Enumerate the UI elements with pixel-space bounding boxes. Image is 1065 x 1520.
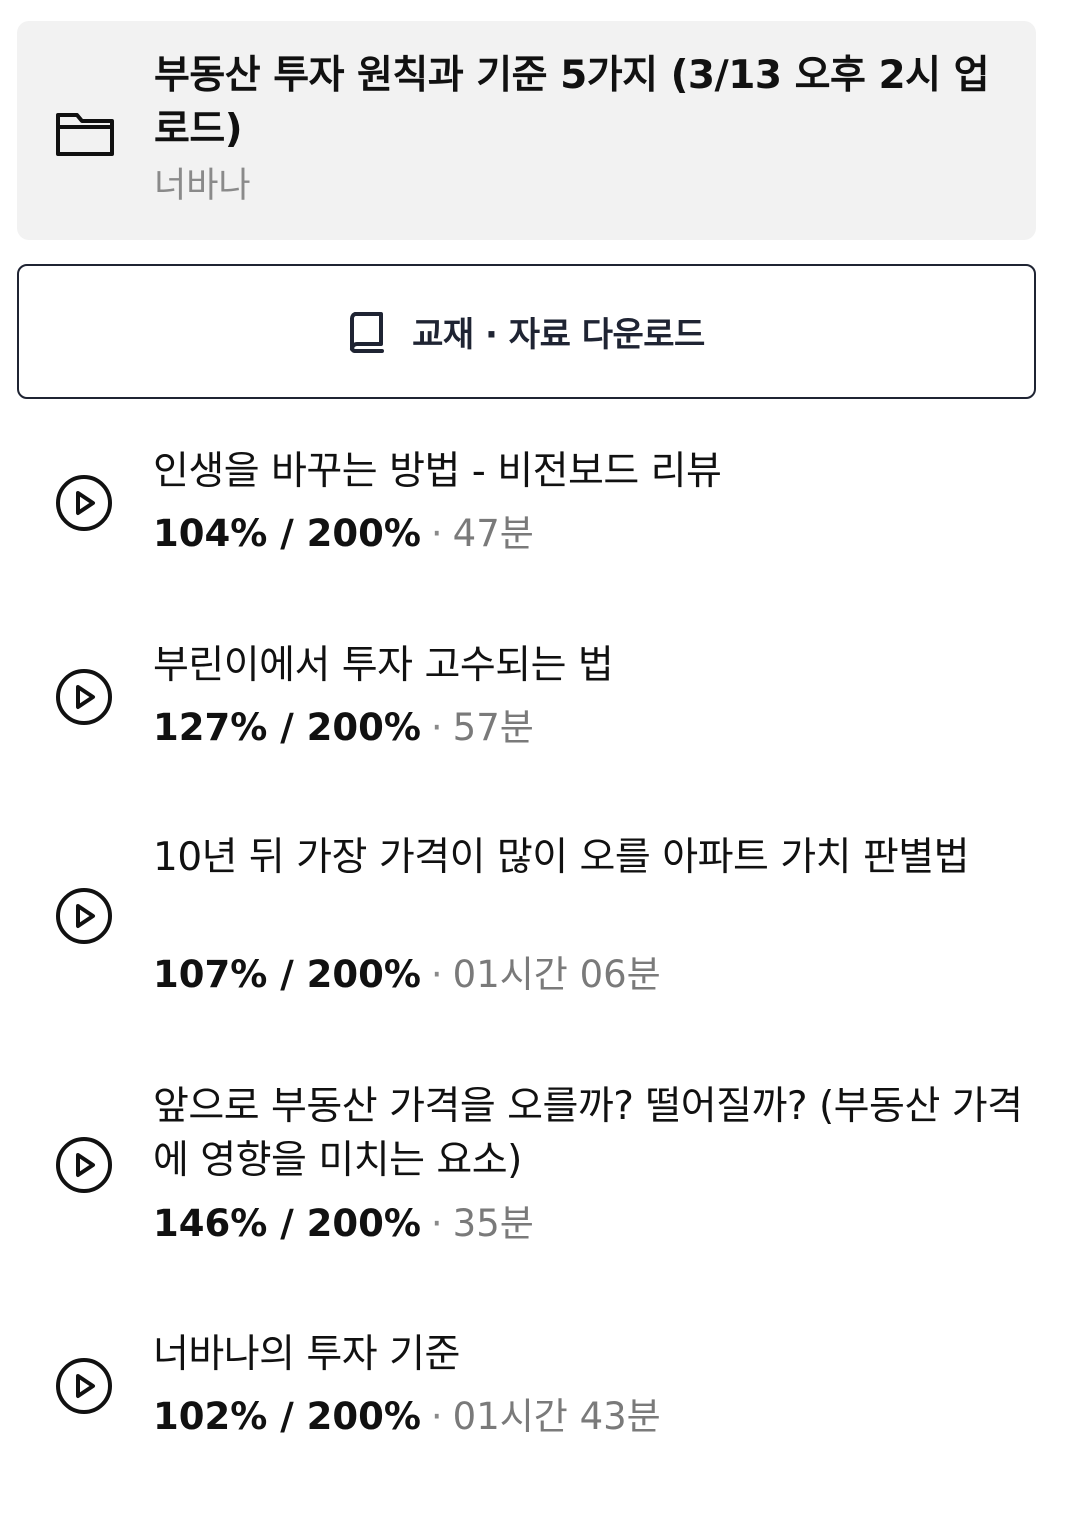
meta-separator: ·: [430, 953, 443, 996]
lecture-title: 부린이에서 투자 고수되는 법: [153, 643, 614, 688]
lecture-item[interactable]: 10년 뒤 가장 가격이 많이 오를 아파트 가치 판별법 107% / 200…: [0, 828, 1065, 1018]
lecture-item[interactable]: 인생을 바꾸는 방법 - 비전보드 리뷰 104% / 200% · 47분: [0, 440, 1065, 580]
lecture-item[interactable]: 너바나의 투자 기준 102% / 200% · 01시간 43분: [0, 1324, 1065, 1464]
play-icon[interactable]: [55, 474, 113, 532]
watch-progress: 102% / 200%: [153, 1395, 421, 1438]
play-icon[interactable]: [55, 668, 113, 726]
download-materials-label: 교재 · 자료 다운로드: [412, 315, 705, 355]
watch-progress: 127% / 200%: [153, 706, 421, 749]
lecture-meta: 102% / 200% · 01시간 43분: [153, 1393, 661, 1441]
watch-progress: 146% / 200%: [153, 1202, 421, 1245]
lecture-title: 앞으로 부동산 가격을 오를까? 떨어질까? (부동산 가격에 영향을 미치는 …: [153, 1084, 1023, 1183]
meta-separator: ·: [430, 1395, 443, 1438]
course-header[interactable]: 부동산 투자 원칙과 기준 5가지 (3/13 오후 2시 업로드) 너바나: [17, 21, 1036, 240]
lecture-duration: 01시간 06분: [452, 953, 661, 996]
lecture-meta: 107% / 200% · 01시간 06분: [153, 951, 661, 999]
lecture-duration: 57분: [452, 706, 534, 749]
lecture-title: 10년 뒤 가장 가격이 많이 오를 아파트 가치 판별법: [153, 835, 970, 880]
watch-progress: 104% / 200%: [153, 512, 421, 555]
lecture-title: 너바나의 투자 기준: [153, 1332, 460, 1377]
play-icon[interactable]: [55, 887, 113, 945]
play-icon[interactable]: [55, 1357, 113, 1415]
lecture-duration: 35분: [452, 1202, 534, 1245]
lecture-duration: 01시간 43분: [452, 1395, 661, 1438]
lecture-meta: 127% / 200% · 57분: [153, 704, 534, 752]
book-icon: [350, 311, 385, 353]
lecture-meta: 146% / 200% · 35분: [153, 1200, 534, 1248]
meta-separator: ·: [430, 706, 443, 749]
lecture-title: 인생을 바꾸는 방법 - 비전보드 리뷰: [153, 449, 722, 494]
lecture-item[interactable]: 앞으로 부동산 가격을 오를까? 떨어질까? (부동산 가격에 영향을 미치는 …: [0, 1077, 1065, 1267]
lecture-item[interactable]: 부린이에서 투자 고수되는 법 127% / 200% · 57분: [0, 634, 1065, 774]
course-author: 너바나: [154, 166, 251, 206]
course-title: 부동산 투자 원칙과 기준 5가지 (3/13 오후 2시 업로드): [154, 53, 989, 152]
download-materials-button[interactable]: 교재 · 자료 다운로드: [17, 264, 1036, 399]
lecture-duration: 47분: [452, 512, 534, 555]
meta-separator: ·: [430, 1202, 443, 1245]
watch-progress: 107% / 200%: [153, 953, 421, 996]
play-icon[interactable]: [55, 1136, 113, 1194]
meta-separator: ·: [430, 512, 443, 555]
lecture-meta: 104% / 200% · 47분: [153, 510, 534, 558]
folder-icon: [56, 113, 114, 156]
